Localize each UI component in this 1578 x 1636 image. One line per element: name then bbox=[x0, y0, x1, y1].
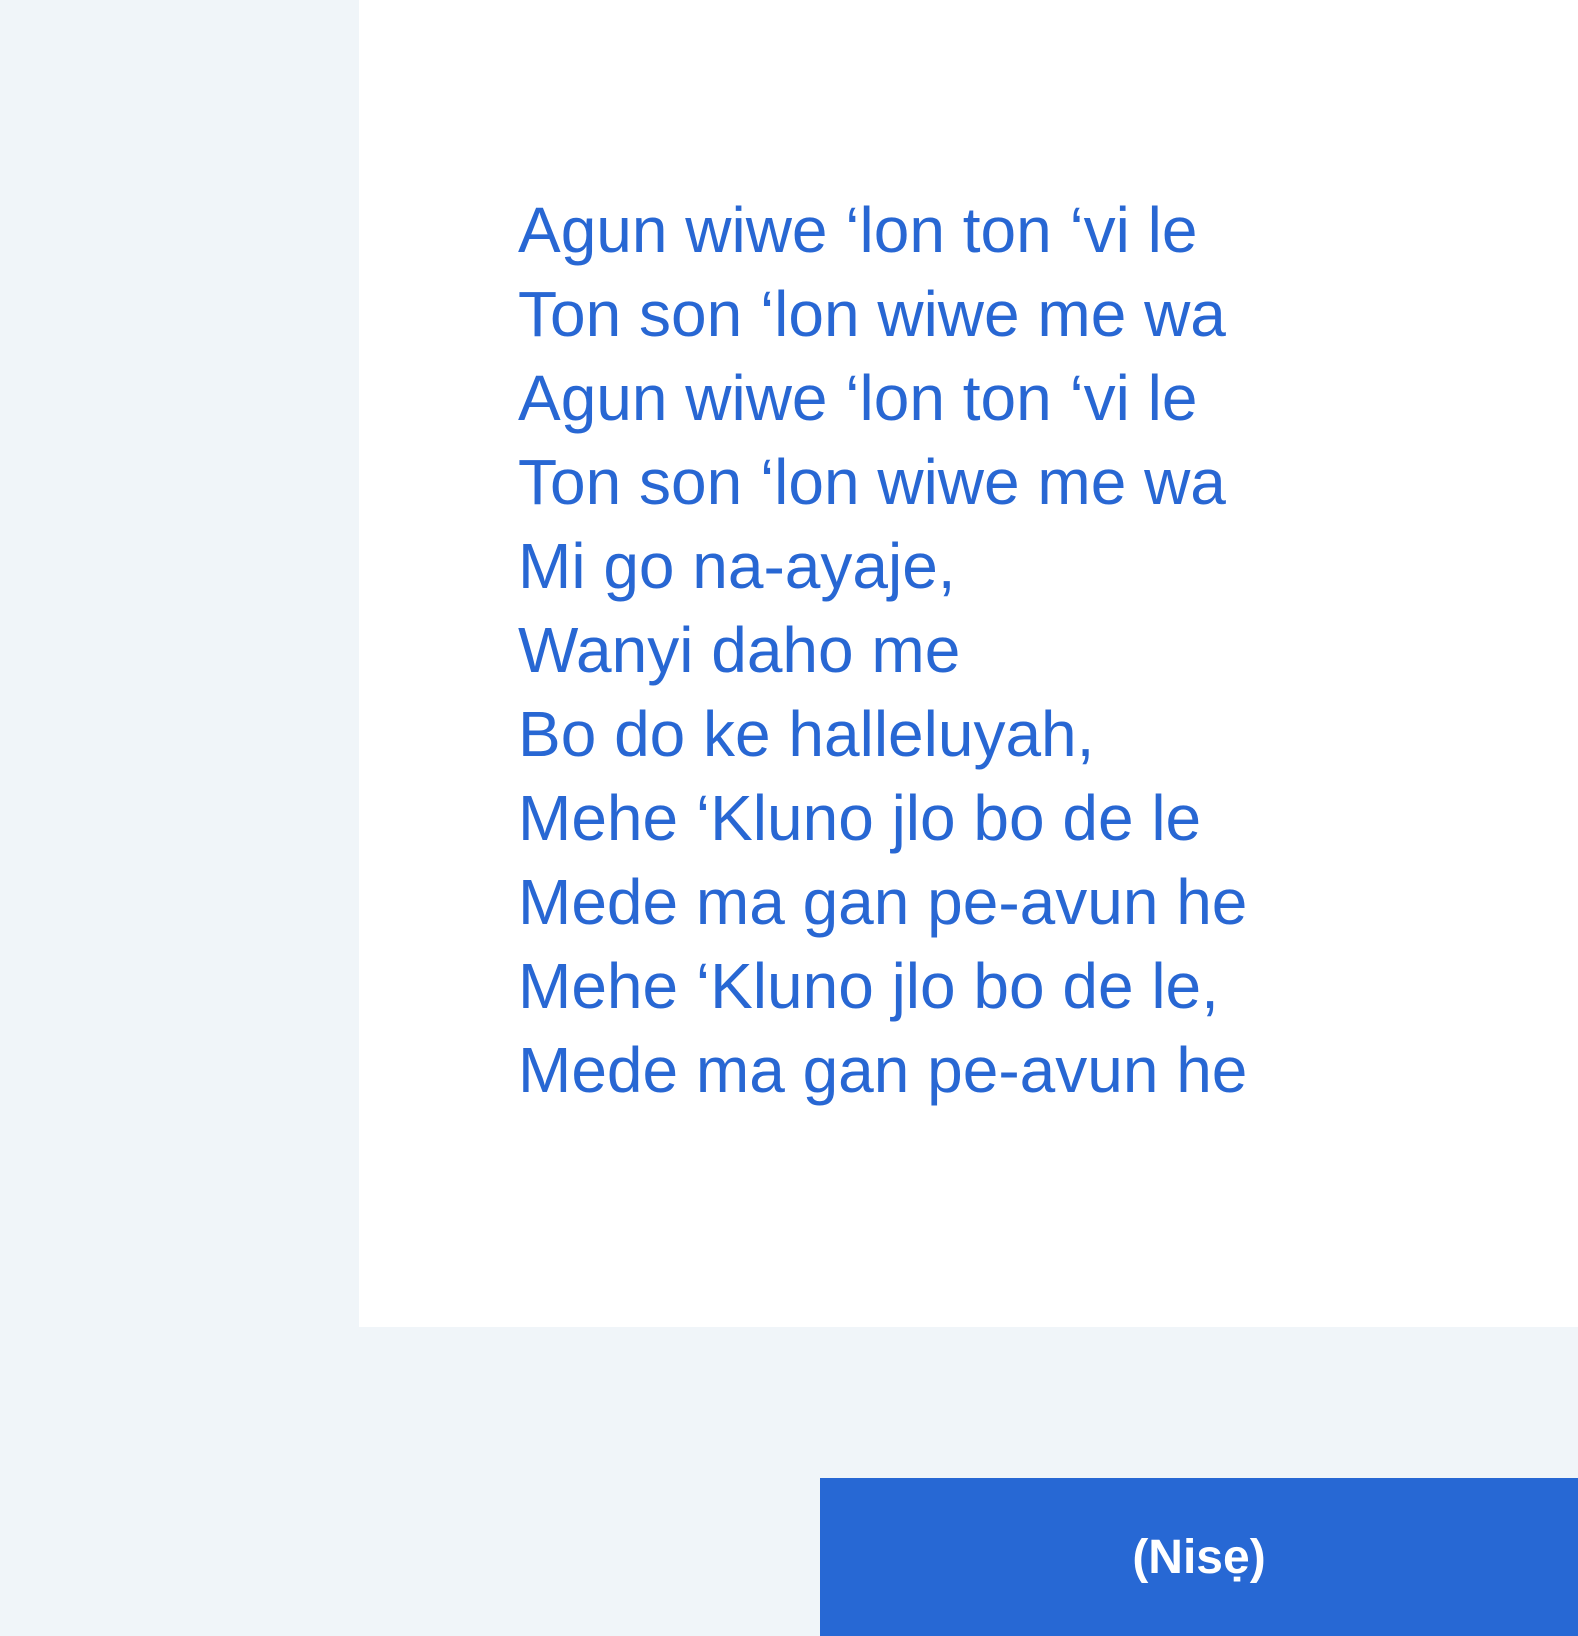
lyric-line: Agun wiwe ‘lon ton ‘vi le bbox=[518, 362, 1198, 434]
lyric-line: Mi go na-ayaje, bbox=[518, 530, 956, 602]
lyrics-list: Agun wiwe ‘lon ton ‘vi le Ton son ‘lon w… bbox=[518, 188, 1247, 1112]
lyric-line: Mede ma gan pe-avun he bbox=[518, 1034, 1248, 1106]
lyric-line: Bo do ke halleluyah, bbox=[518, 698, 1095, 770]
lyrics-card: Agun wiwe ‘lon ton ‘vi le Ton son ‘lon w… bbox=[359, 0, 1578, 1327]
lyric-line: Ton son ‘lon wiwe me wa bbox=[518, 446, 1226, 518]
next-button[interactable]: (Nisẹ) bbox=[820, 1478, 1578, 1636]
lyric-line: Mede ma gan pe-avun he bbox=[518, 866, 1248, 938]
lyric-line: Mehe ‘Kluno jlo bo de le, bbox=[518, 950, 1219, 1022]
next-button-label: (Nisẹ) bbox=[1132, 1530, 1266, 1584]
lyric-line: Wanyi daho me bbox=[518, 614, 961, 686]
lyric-line: Mehe ‘Kluno jlo bo de le bbox=[518, 782, 1202, 854]
lyric-line: Ton son ‘lon wiwe me wa bbox=[518, 278, 1226, 350]
lyric-line: Agun wiwe ‘lon ton ‘vi le bbox=[518, 194, 1198, 266]
